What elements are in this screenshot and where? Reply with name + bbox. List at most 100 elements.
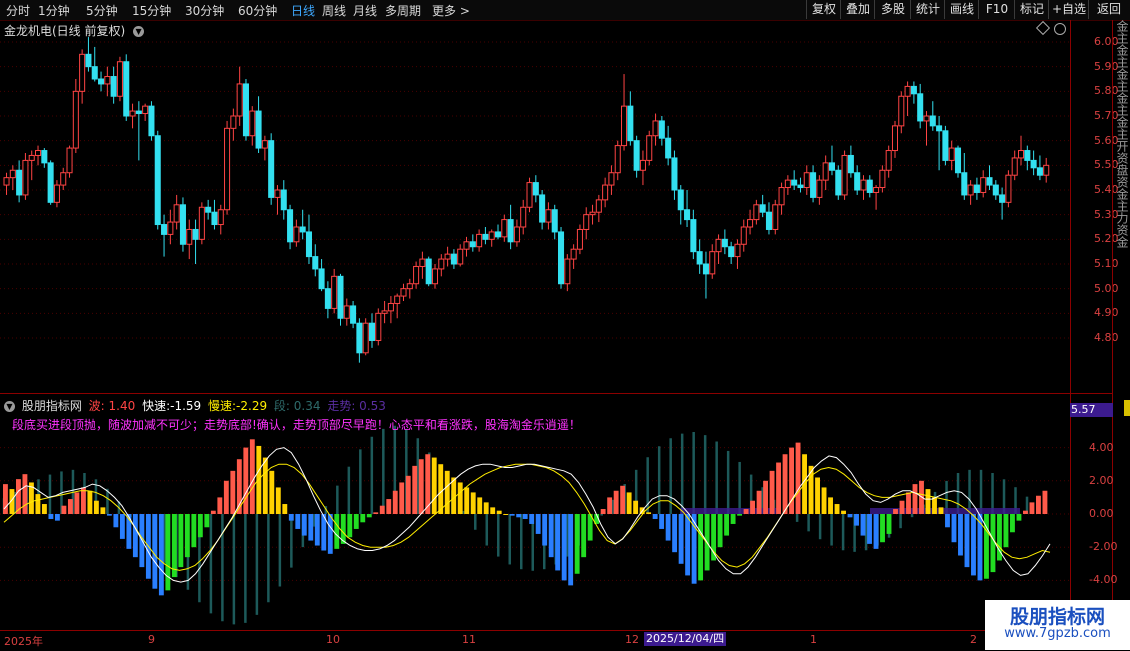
down-candle <box>765 211 772 230</box>
negative-wave-bar <box>509 514 515 516</box>
up-candle <box>621 105 628 147</box>
up-candle <box>576 228 583 250</box>
up-candle <box>967 184 974 196</box>
down-candle <box>16 169 23 196</box>
up-candle <box>1005 174 1012 203</box>
negative-wave-bar <box>971 514 976 576</box>
positive-wave-bar <box>22 474 28 514</box>
up-candle <box>526 182 533 208</box>
positive-wave-bar <box>373 512 379 514</box>
positive-wave-bar <box>646 512 652 514</box>
down-candle <box>318 268 325 290</box>
positive-wave-bar <box>769 470 775 514</box>
down-candle <box>690 219 697 253</box>
negative-wave-bar <box>685 514 691 576</box>
negative-wave-bar <box>301 514 307 536</box>
up-candle <box>816 179 823 198</box>
up-candle <box>570 248 577 260</box>
negative-wave-bar <box>1010 514 1015 533</box>
indicator-name[interactable]: 股朋指标网 <box>22 399 82 413</box>
negative-wave-bar <box>542 514 548 546</box>
down-candle <box>791 179 798 186</box>
up-candle <box>513 226 520 243</box>
down-candle <box>810 172 817 198</box>
down-candle <box>287 209 294 243</box>
positive-wave-bar <box>906 492 911 514</box>
positive-wave-bar <box>600 509 606 514</box>
up-candle <box>400 288 407 297</box>
positive-wave-bar <box>899 500 905 514</box>
down-candle <box>469 241 476 248</box>
indicator-tick-label: 4.00 <box>1089 440 1114 454</box>
pane-divider[interactable] <box>0 393 1112 394</box>
down-candle <box>936 125 943 132</box>
positive-wave-bar <box>1036 495 1041 514</box>
up-candle <box>709 251 716 275</box>
down-candle <box>356 322 363 354</box>
up-candle <box>923 115 930 122</box>
chevron-down-icon[interactable]: ▼ <box>4 401 15 412</box>
up-candle <box>413 265 420 285</box>
up-candle <box>230 115 237 129</box>
up-candle <box>28 154 35 161</box>
down-candle <box>954 147 962 174</box>
down-candle <box>450 253 457 265</box>
down-candle <box>1036 167 1043 176</box>
down-candle <box>847 154 854 174</box>
negative-wave-bar <box>561 514 567 581</box>
positive-wave-bar <box>782 454 788 514</box>
down-candle <box>337 275 344 319</box>
down-candle <box>702 263 709 275</box>
down-candle <box>696 251 703 265</box>
fast-value: 快速:-1.59 <box>142 399 202 413</box>
up-candle <box>198 206 205 240</box>
positive-wave-bar <box>925 489 931 514</box>
up-candle <box>419 258 426 267</box>
indicator-tick-label: 0.00 <box>1089 507 1114 520</box>
up-candle <box>224 127 231 211</box>
negative-wave-bar <box>555 514 561 571</box>
down-candle <box>828 162 835 171</box>
positive-wave-bar <box>67 499 73 514</box>
negative-wave-bar <box>659 514 665 529</box>
up-candle <box>1011 157 1018 176</box>
up-candle <box>980 177 987 193</box>
up-candle <box>488 231 495 240</box>
negative-wave-bar <box>353 514 359 529</box>
negative-wave-bar <box>847 514 853 518</box>
down-candle <box>973 184 980 193</box>
date-axis: 2025年 9 10 11 12 1 2 <box>0 630 1112 651</box>
positive-wave-bar <box>633 500 639 514</box>
up-candle <box>438 258 445 270</box>
positive-wave-bar <box>763 480 769 514</box>
positive-wave-bar <box>418 459 424 514</box>
positive-wave-bar <box>938 507 944 514</box>
candlestick-chart[interactable] <box>0 0 1112 630</box>
down-candle <box>658 120 665 139</box>
positive-wave-bar <box>756 490 762 514</box>
positive-wave-bar <box>93 500 99 514</box>
up-candle <box>841 154 848 196</box>
up-candle <box>772 204 779 230</box>
side-strip-text: 金主金主金主金主金主开资盘资金主力资金 <box>1115 20 1129 248</box>
up-candle <box>740 226 747 245</box>
down-candle <box>539 194 546 223</box>
negative-wave-bar <box>48 514 54 519</box>
down-candle <box>986 177 993 186</box>
positive-wave-bar <box>743 509 749 514</box>
down-candle <box>299 226 306 233</box>
down-candle <box>854 172 861 191</box>
positive-wave-bar <box>217 497 223 514</box>
up-candle <box>1043 164 1050 176</box>
positive-wave-bar <box>470 492 476 514</box>
positive-wave-bar <box>841 510 846 514</box>
date-label: 2025年 <box>4 635 43 648</box>
slow-value: 慢速:-2.29 <box>208 399 268 413</box>
up-candle <box>217 209 224 226</box>
down-candle <box>47 162 54 203</box>
date-label: 1 <box>810 633 817 646</box>
negative-wave-bar <box>568 514 574 586</box>
down-candle <box>268 140 275 198</box>
up-candle <box>431 268 439 285</box>
positive-wave-bar <box>808 465 814 514</box>
